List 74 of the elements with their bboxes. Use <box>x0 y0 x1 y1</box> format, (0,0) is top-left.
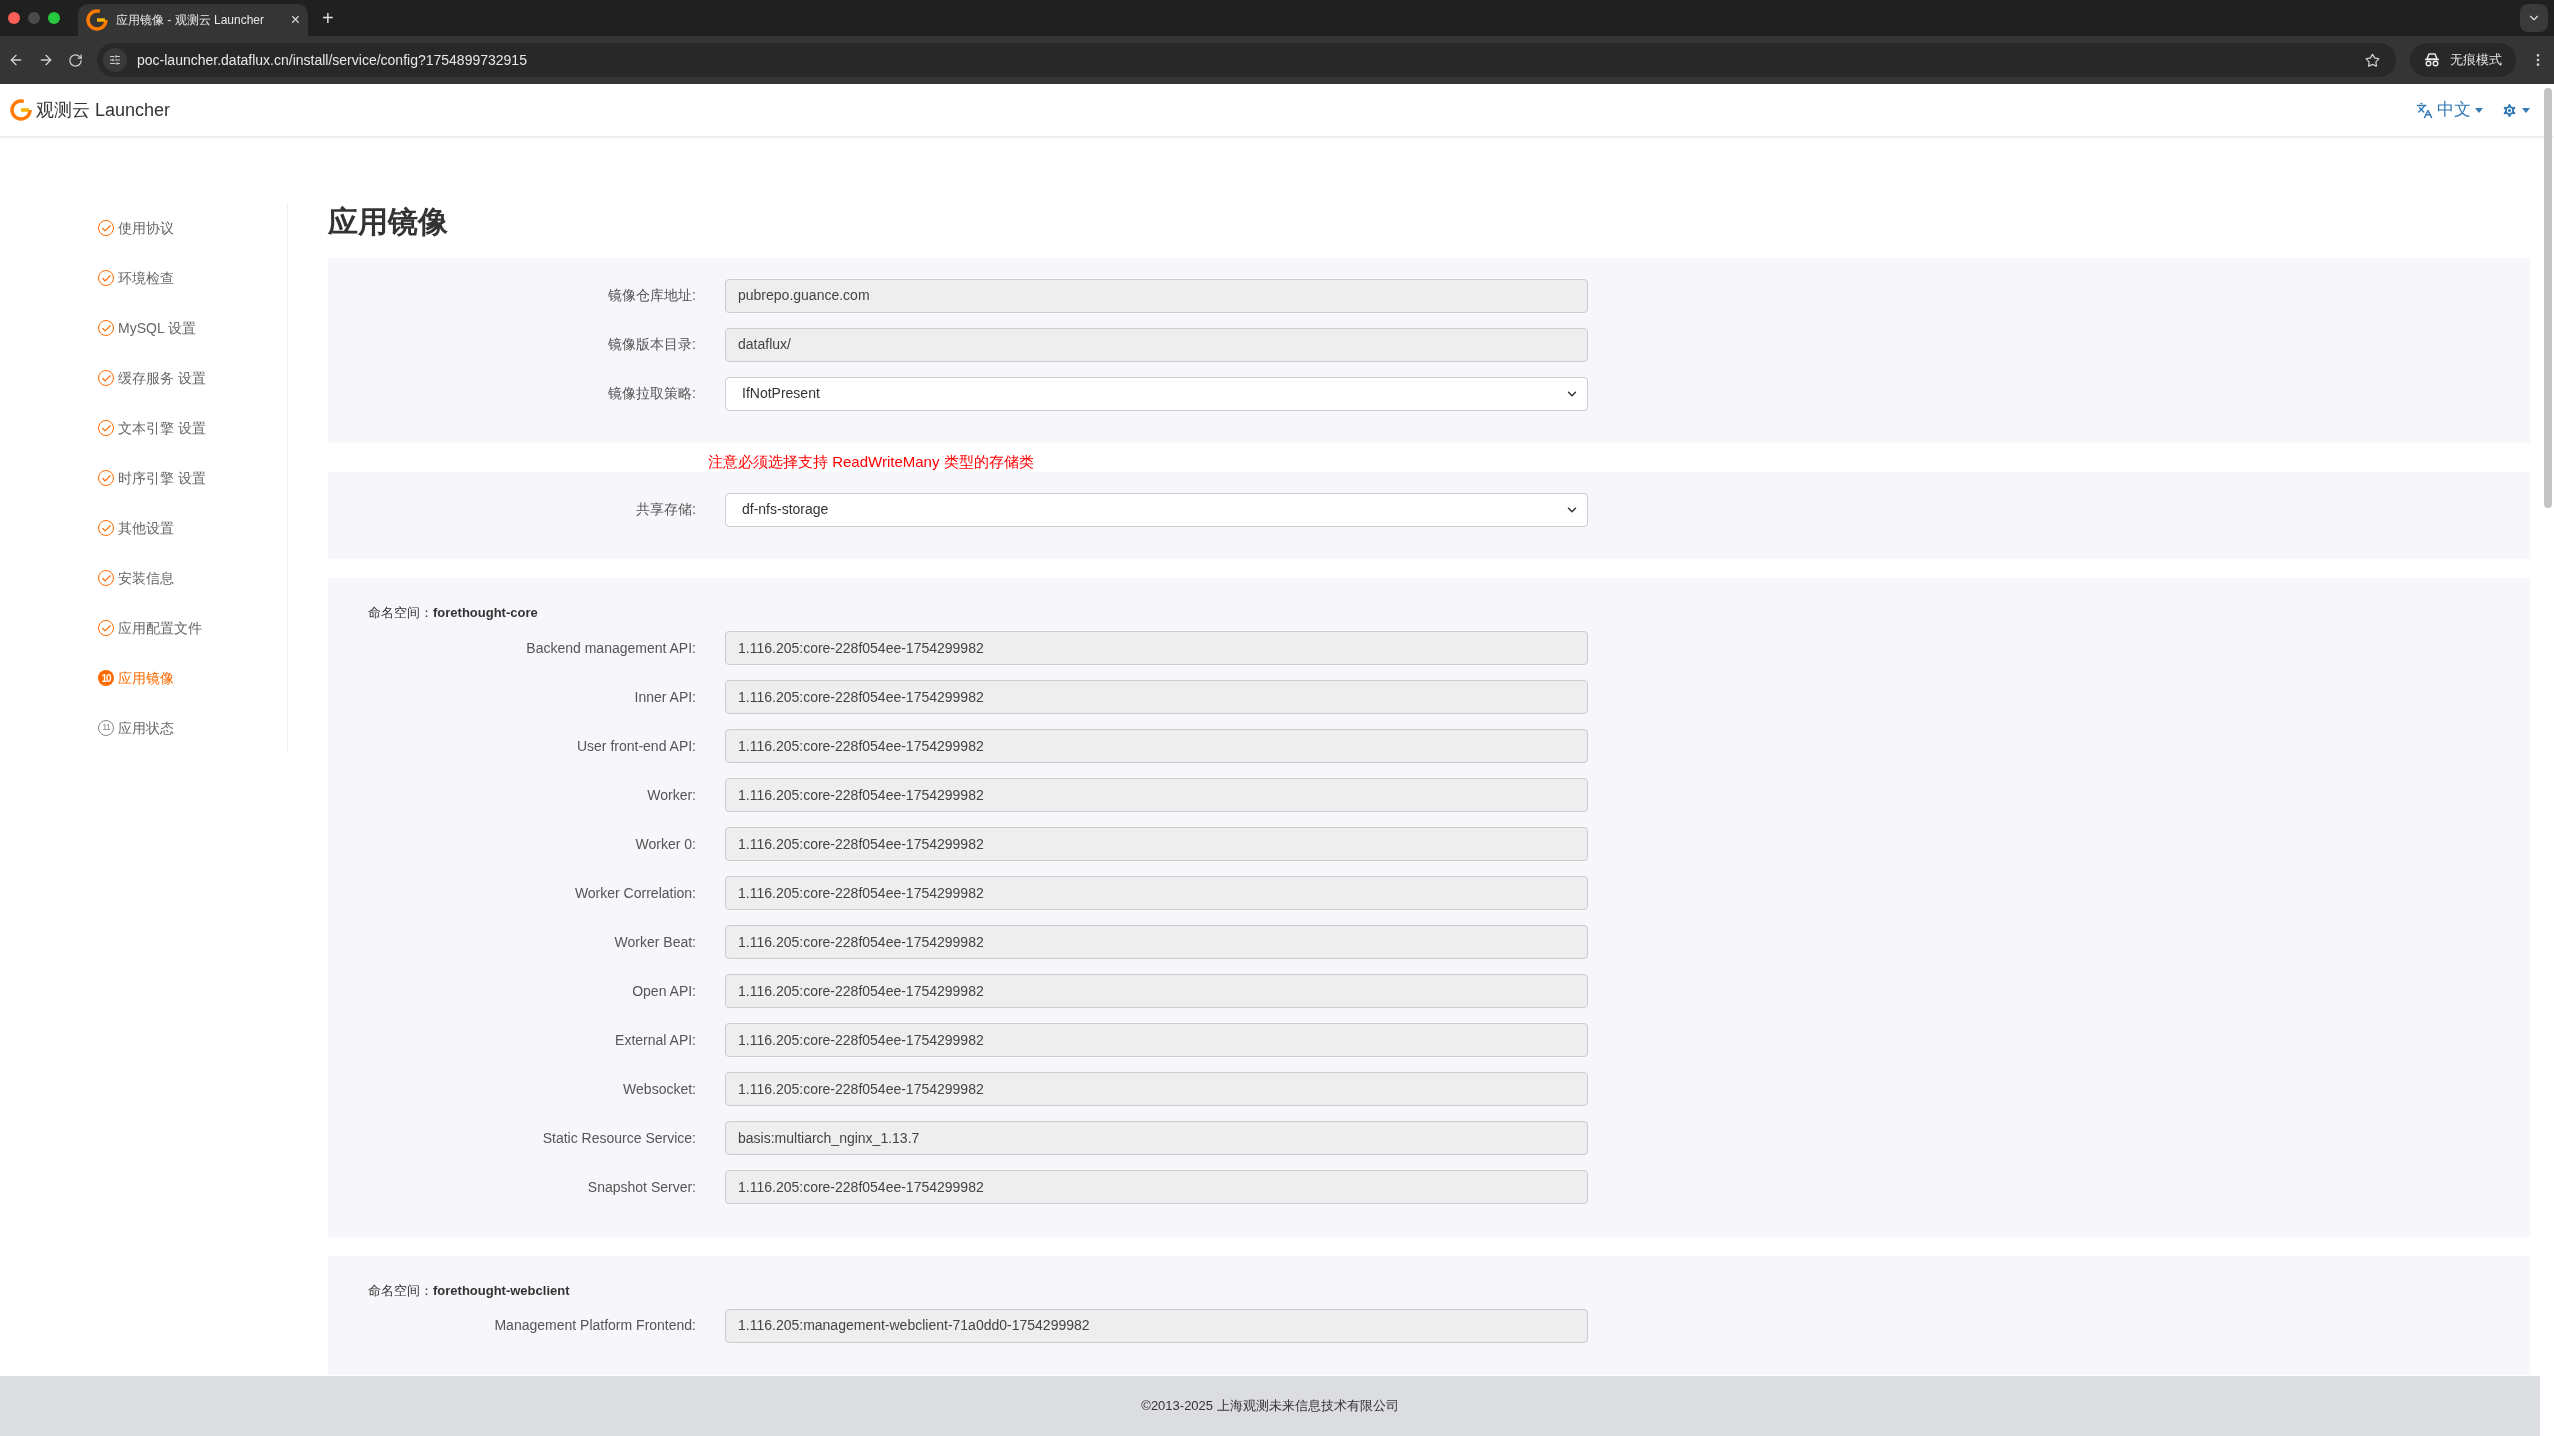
field-label: Snapshot Server: <box>586 1177 697 1197</box>
input-field[interactable]: 1.116.205:management-webclient-71a0dd0-1754299982 <box>725 1308 1588 1343</box>
field-label: Backend management API: <box>525 638 697 658</box>
address-bar[interactable]: poc-launcher.dataflux.cn/install/service/config?1754899732915 <box>97 43 2396 77</box>
sidebar-step[interactable]: MySQL 设置 <box>98 303 287 353</box>
input-field[interactable]: 1.116.205:core-228f054ee-1754299982 <box>725 925 1588 959</box>
input-field[interactable]: 1.116.205:core-228f054ee-1754299982 <box>725 974 1588 1008</box>
url-text: poc-launcher.dataflux.cn/install/service/config?1754899732915 <box>137 50 528 70</box>
caret-icon <box>2475 107 2483 113</box>
settings-menu[interactable] <box>2501 101 2530 119</box>
new-tab-button[interactable]: + <box>322 3 334 33</box>
input-field[interactable]: 1.116.205:core-228f054ee-1754299982 <box>725 1023 1588 1057</box>
input-field[interactable]: basis:multiarch_nginx_1.13.7 <box>725 1121 1588 1155</box>
select-field[interactable]: IfNotPresent <box>725 376 1588 411</box>
input-field[interactable]: 1.116.205:core-228f054ee-1754299982 <box>725 729 1588 763</box>
sidebar-step[interactable]: 缓存服务 设置 <box>98 353 287 403</box>
page-title: 应用镜像 <box>328 204 449 240</box>
field-label: Open API: <box>631 981 697 1001</box>
scrollbar-thumb[interactable] <box>2544 88 2552 508</box>
field-label: Websocket: <box>622 1079 697 1099</box>
sidebar-step[interactable]: 11 应用状态 <box>98 703 287 753</box>
sidebar-step[interactable]: 文本引擎 设置 <box>98 403 287 453</box>
field-label: Inner API: <box>633 687 697 707</box>
translate-icon <box>2416 101 2433 119</box>
caret-icon <box>2522 107 2530 113</box>
select-field[interactable]: df-nfs-storage <box>725 492 1588 527</box>
sidebar-step[interactable]: 安装信息 <box>98 553 287 603</box>
site-settings-icon[interactable] <box>103 48 127 72</box>
field-label: Worker Correlation: <box>573 883 697 903</box>
sidebar-step[interactable]: 时序引擎 设置 <box>98 453 287 503</box>
field-label: Worker 0: <box>634 834 697 854</box>
namespace-heading: 命名空间：forethought-webclient <box>368 1281 571 1300</box>
namespace-heading: 命名空间：forethought-core <box>368 604 539 622</box>
tab-close-button[interactable]: × <box>290 8 300 32</box>
browser-tab[interactable]: 应用镜像 - 观测云 Launcher × <box>78 4 308 36</box>
page-footer: ©2013-2025 上海观测未来信息技术有限公司 <box>0 1376 2540 1436</box>
warning-notice: 注意必须选择支持 ReadWriteMany 类型的存储类 <box>708 452 1035 472</box>
bookmark-star-icon[interactable] <box>2365 52 2380 68</box>
brand-title: 观测云 Launcher <box>36 98 171 122</box>
field-label: 镜像拉取策略: <box>607 384 697 403</box>
field-label: Management Platform Frontend: <box>493 1316 697 1335</box>
incognito-badge[interactable]: 无痕模式 <box>2410 43 2516 77</box>
input-field[interactable]: 1.116.205:core-228f054ee-1754299982 <box>725 827 1588 861</box>
field-label: Static Resource Service: <box>541 1128 697 1148</box>
input-field[interactable]: 1.116.205:core-228f054ee-1754299982 <box>725 876 1588 910</box>
field-label: 镜像仓库地址: <box>607 286 697 305</box>
input-field[interactable]: pubrepo.guance.com <box>725 278 1588 313</box>
tab-list-button[interactable] <box>2520 4 2548 32</box>
incognito-icon <box>2424 53 2440 67</box>
field-label: 镜像版本目录: <box>607 335 697 354</box>
reload-icon[interactable] <box>68 52 83 68</box>
logo-icon <box>10 99 32 121</box>
input-field[interactable]: 1.116.205:core-228f054ee-1754299982 <box>725 680 1588 714</box>
sidebar-step[interactable]: 其他设置 <box>98 503 287 553</box>
input-field[interactable]: 1.116.205:core-228f054ee-1754299982 <box>725 778 1588 812</box>
input-field[interactable]: dataflux/ <box>725 327 1588 362</box>
back-icon[interactable] <box>8 52 24 68</box>
language-menu[interactable]: 中文 <box>2416 97 2483 123</box>
sidebar-step[interactable]: 环境检查 <box>98 253 287 303</box>
input-field[interactable]: 1.116.205:core-228f054ee-1754299982 <box>725 631 1588 665</box>
input-field[interactable]: 1.116.205:core-228f054ee-1754299982 <box>725 1170 1588 1204</box>
field-label: Worker Beat: <box>613 932 697 952</box>
tab-title: 应用镜像 - 观测云 Launcher <box>116 12 266 29</box>
field-label: 共享存储: <box>635 500 697 519</box>
sidebar-step[interactable]: 使用协议 <box>98 203 287 253</box>
sidebar-step[interactable]: 应用配置文件 <box>98 603 287 653</box>
logo-icon <box>86 9 108 31</box>
forward-icon[interactable] <box>38 52 54 68</box>
field-label: External API: <box>614 1030 697 1050</box>
settings-icon <box>2501 101 2518 119</box>
input-field[interactable]: 1.116.205:core-228f054ee-1754299982 <box>725 1072 1588 1106</box>
field-label: Worker: <box>646 785 697 805</box>
field-label: User front-end API: <box>575 736 697 756</box>
step-number: 10 <box>98 670 114 686</box>
